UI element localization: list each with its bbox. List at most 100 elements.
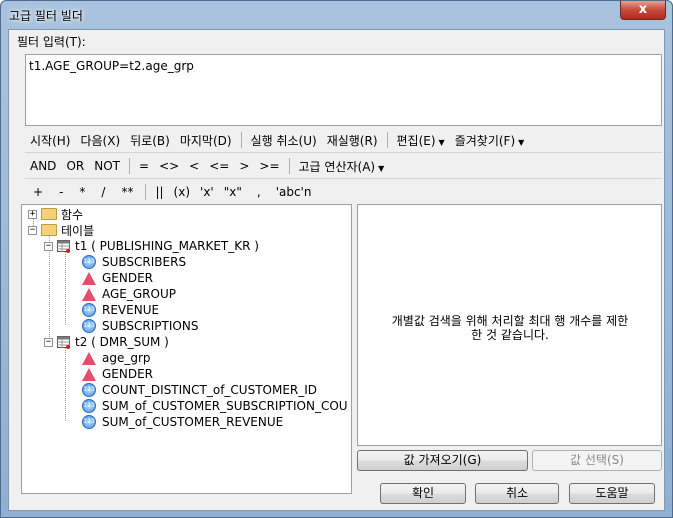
less-than-button[interactable]: < <box>184 159 204 173</box>
double-quote-button[interactable]: "x" <box>219 185 247 199</box>
dropdown-arrow-icon: ▼ <box>378 163 385 173</box>
tree-node-label: t2 ( DMR_SUM ) <box>75 335 169 349</box>
less-equal-button[interactable]: <= <box>204 159 234 173</box>
field-label: AGE_GROUP <box>102 287 176 301</box>
field-label: GENDER <box>102 367 154 381</box>
field-label: SUM_of_CUSTOMER_SUBSCRIPTION_COU <box>102 399 348 413</box>
edit-menu[interactable]: 편집(E) ▼ <box>392 132 450 149</box>
tree-node-tables[interactable]: − 테이블 <box>28 222 94 238</box>
start-button[interactable]: 시작(H) <box>25 132 75 149</box>
logic-toolbar: AND OR NOT = <> < <= > >= 고급 연산자(A) ▼ <box>25 154 662 178</box>
tree-node-functions[interactable]: + 함수 <box>28 206 83 222</box>
favorites-menu-label: 즐겨찾기(F) <box>454 133 516 148</box>
tree-connector <box>65 249 66 325</box>
undo-button[interactable]: 실행 취소(U) <box>246 132 322 149</box>
field-label: SUM_of_CUSTOMER_REVENUE <box>102 415 284 429</box>
field-tree[interactable]: + 함수 − 테이블 − t1 ( PUBLISHING_MARKET_KR ) <box>21 204 352 494</box>
toolbar-separator <box>240 132 242 148</box>
divide-button[interactable]: / <box>93 185 113 199</box>
toolbar-separator <box>145 184 147 200</box>
tree-field[interactable]: 123 COUNT_DISTINCT_of_CUSTOMER_ID <box>82 382 317 398</box>
advanced-operators-menu[interactable]: 고급 연산자(A) ▼ <box>294 158 390 175</box>
last-button[interactable]: 마지막(D) <box>175 132 237 149</box>
next-button[interactable]: 다음(X) <box>75 132 125 149</box>
tree-node-label: 테이블 <box>61 223 95 238</box>
tree-field[interactable]: GENDER <box>82 366 153 382</box>
redo-button[interactable]: 재실행(R) <box>322 132 383 149</box>
tree-field[interactable]: 123 SUBSCRIPTIONS <box>82 318 198 334</box>
tree-field[interactable]: 123 SUM_of_CUSTOMER_REVENUE <box>82 414 283 430</box>
character-field-icon <box>82 367 96 381</box>
minus-button[interactable]: - <box>51 185 71 199</box>
field-label: REVENUE <box>102 303 160 317</box>
window-title: 고급 필터 빌더 <box>9 9 83 23</box>
tree-field[interactable]: AGE_GROUP <box>82 286 176 302</box>
operator-toolbar: + - * / ** || (x) 'x' "x" , 'abc'n <box>25 180 662 204</box>
greater-than-button[interactable]: > <box>234 159 254 173</box>
close-button[interactable]: x <box>620 1 666 20</box>
concat-button[interactable]: || <box>150 185 168 199</box>
back-button[interactable]: 뒤로(B) <box>125 132 175 149</box>
plus-button[interactable]: + <box>25 185 51 199</box>
single-quote-button[interactable]: 'x' <box>195 185 219 199</box>
tree-field[interactable]: GENDER <box>82 270 153 286</box>
filter-input-label: 필터 입력(T): <box>17 35 86 49</box>
cancel-button[interactable]: 취소 <box>475 483 559 504</box>
numeric-field-icon: 123 <box>82 303 96 317</box>
field-label: SUBSCRIPTIONS <box>102 319 199 333</box>
select-value-button[interactable]: 값 선택(S) <box>532 450 662 471</box>
tree-node-table-t2[interactable]: − t2 ( DMR_SUM ) <box>44 334 169 350</box>
collapse-icon[interactable]: − <box>28 225 37 235</box>
multiply-button[interactable]: * <box>71 185 93 199</box>
edit-menu-label: 편집(E) <box>396 133 436 148</box>
folder-icon <box>41 208 57 220</box>
navigation-toolbar: 시작(H) 다음(X) 뒤로(B) 마지막(D) 실행 취소(U) 재실행(R)… <box>25 128 662 152</box>
toolbar-divider <box>25 152 662 153</box>
tree-node-label: t1 ( PUBLISHING_MARKET_KR ) <box>75 239 259 253</box>
tree-field[interactable]: 123 REVENUE <box>82 302 159 318</box>
info-message: 개별값 검색을 위해 처리할 최대 행 개수를 제한 한 것 같습니다. <box>362 314 658 342</box>
toolbar-divider <box>25 178 662 179</box>
collapse-icon[interactable]: − <box>44 241 53 251</box>
parentheses-button[interactable]: (x) <box>169 185 195 199</box>
or-button[interactable]: OR <box>61 159 89 173</box>
tree-node-table-t1[interactable]: − t1 ( PUBLISHING_MARKET_KR ) <box>44 238 259 254</box>
ok-button[interactable]: 확인 <box>380 483 466 504</box>
numeric-field-icon: 123 <box>82 415 96 429</box>
numeric-field-icon: 123 <box>82 399 96 413</box>
equals-button[interactable]: = <box>134 159 154 173</box>
expand-icon[interactable]: + <box>28 209 37 219</box>
not-button[interactable]: NOT <box>89 159 125 173</box>
get-values-button[interactable]: 값 가져오기(G) <box>357 450 528 471</box>
tree-node-label: 함수 <box>61 207 84 222</box>
field-label: GENDER <box>102 271 154 285</box>
folder-open-icon <box>41 224 57 236</box>
dropdown-arrow-icon: ▼ <box>518 137 525 147</box>
greater-equal-button[interactable]: >= <box>254 159 284 173</box>
character-field-icon <box>82 351 96 365</box>
numeric-field-icon: 123 <box>82 319 96 333</box>
tree-field[interactable]: age_grp <box>82 350 151 366</box>
toolbar-separator <box>386 132 388 148</box>
comma-button[interactable]: , <box>247 185 271 199</box>
tree-field[interactable]: 123 SUM_of_CUSTOMER_SUBSCRIPTION_COU <box>82 398 348 414</box>
advanced-operators-label: 고급 연산자(A) <box>298 159 376 174</box>
tree-field[interactable]: 123 SUBSCRIBERS <box>82 254 186 270</box>
character-field-icon <box>82 271 96 285</box>
title-bar[interactable]: 고급 필터 빌더 x <box>1 1 672 29</box>
collapse-icon[interactable]: − <box>44 337 53 347</box>
help-button[interactable]: 도움말 <box>569 483 655 504</box>
info-message-line: 한 것 같습니다. <box>471 328 549 342</box>
filter-expression-input[interactable] <box>25 54 662 126</box>
dropdown-arrow-icon: ▼ <box>438 137 445 147</box>
toolbar-separator <box>288 158 290 174</box>
not-equal-button[interactable]: <> <box>154 159 184 173</box>
table-icon <box>57 239 70 253</box>
values-panel[interactable]: 개별값 검색을 위해 처리할 최대 행 개수를 제한 한 것 같습니다. <box>357 204 662 446</box>
field-label: age_grp <box>102 351 151 365</box>
favorites-menu[interactable]: 즐겨찾기(F) ▼ <box>450 132 530 149</box>
dialog-window: 고급 필터 빌더 x 필터 입력(T): 시작(H) 다음(X) 뒤로(B) 마… <box>0 0 673 518</box>
power-button[interactable]: ** <box>113 185 141 199</box>
string-literal-button[interactable]: 'abc'n <box>271 185 317 199</box>
and-button[interactable]: AND <box>25 159 61 173</box>
